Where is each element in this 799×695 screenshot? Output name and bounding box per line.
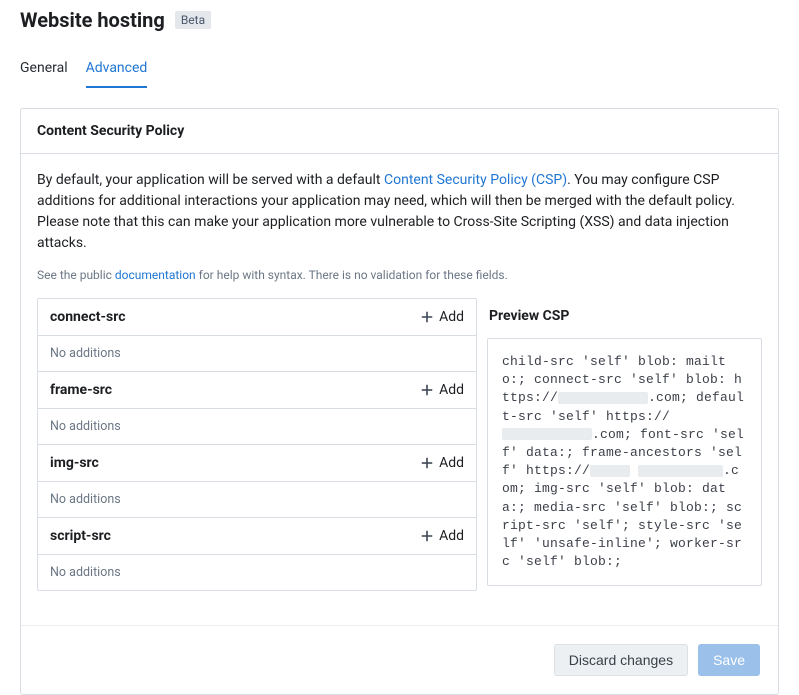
csp-desc-pre: By default, your application will be ser…: [37, 172, 384, 188]
plus-icon: [420, 529, 434, 543]
csp-preview: child-src 'self' blob: mailto:; connect-…: [487, 338, 762, 586]
csp-content-row: connect-src Add No additions frame-src A…: [37, 298, 762, 591]
tab-general[interactable]: General: [20, 60, 68, 88]
card-footer: Discard changes Save: [21, 625, 778, 694]
directive-header-img-src: img-src Add: [38, 445, 476, 482]
directive-name: img-src: [50, 455, 99, 471]
add-connect-src-button[interactable]: Add: [420, 309, 464, 325]
add-label: Add: [439, 528, 464, 544]
page-title: Website hosting: [20, 8, 165, 32]
tab-advanced[interactable]: Advanced: [86, 60, 148, 88]
add-frame-src-button[interactable]: Add: [420, 382, 464, 398]
directive-body-frame-src: No additions: [38, 409, 476, 445]
add-script-src-button[interactable]: Add: [420, 528, 464, 544]
csp-card: Content Security Policy By default, your…: [20, 108, 779, 695]
beta-badge: Beta: [175, 11, 211, 29]
add-label: Add: [439, 309, 464, 325]
directive-name: connect-src: [50, 309, 125, 325]
redacted-domain: [638, 465, 723, 477]
directive-header-script-src: script-src Add: [38, 518, 476, 555]
add-label: Add: [439, 455, 464, 471]
plus-icon: [420, 383, 434, 397]
directive-header-connect-src: connect-src Add: [38, 299, 476, 336]
save-button[interactable]: Save: [698, 644, 760, 676]
directive-body-connect-src: No additions: [38, 336, 476, 372]
csp-description: By default, your application will be ser…: [37, 170, 762, 254]
directive-name: frame-src: [50, 382, 112, 398]
documentation-link[interactable]: documentation: [115, 268, 196, 282]
csp-link[interactable]: Content Security Policy (CSP): [384, 172, 567, 188]
tab-bar: General Advanced: [20, 38, 779, 88]
directive-body-img-src: No additions: [38, 482, 476, 518]
redacted-domain: [502, 428, 592, 440]
discard-button[interactable]: Discard changes: [554, 644, 688, 676]
preview-title: Preview CSP: [487, 298, 762, 338]
page-header: Website hosting Beta: [20, 0, 779, 38]
csp-subdescription: See the public documentation for help wi…: [37, 268, 762, 282]
csp-card-header: Content Security Policy: [21, 109, 778, 154]
csp-sub-pre: See the public: [37, 268, 115, 282]
redacted-domain: [590, 465, 630, 477]
directive-body-script-src: No additions: [38, 555, 476, 590]
plus-icon: [420, 456, 434, 470]
preview-text-4: .com; img-src 'self' blob: data:; media-…: [502, 463, 742, 569]
directive-name: script-src: [50, 528, 111, 544]
plus-icon: [420, 310, 434, 324]
csp-card-body: By default, your application will be ser…: [21, 154, 778, 607]
directives-list: connect-src Add No additions frame-src A…: [37, 298, 477, 591]
redacted-domain: [558, 392, 648, 404]
csp-sub-post: for help with syntax. There is no valida…: [196, 268, 508, 282]
add-label: Add: [439, 382, 464, 398]
preview-column: Preview CSP child-src 'self' blob: mailt…: [487, 298, 762, 591]
add-img-src-button[interactable]: Add: [420, 455, 464, 471]
directive-header-frame-src: frame-src Add: [38, 372, 476, 409]
